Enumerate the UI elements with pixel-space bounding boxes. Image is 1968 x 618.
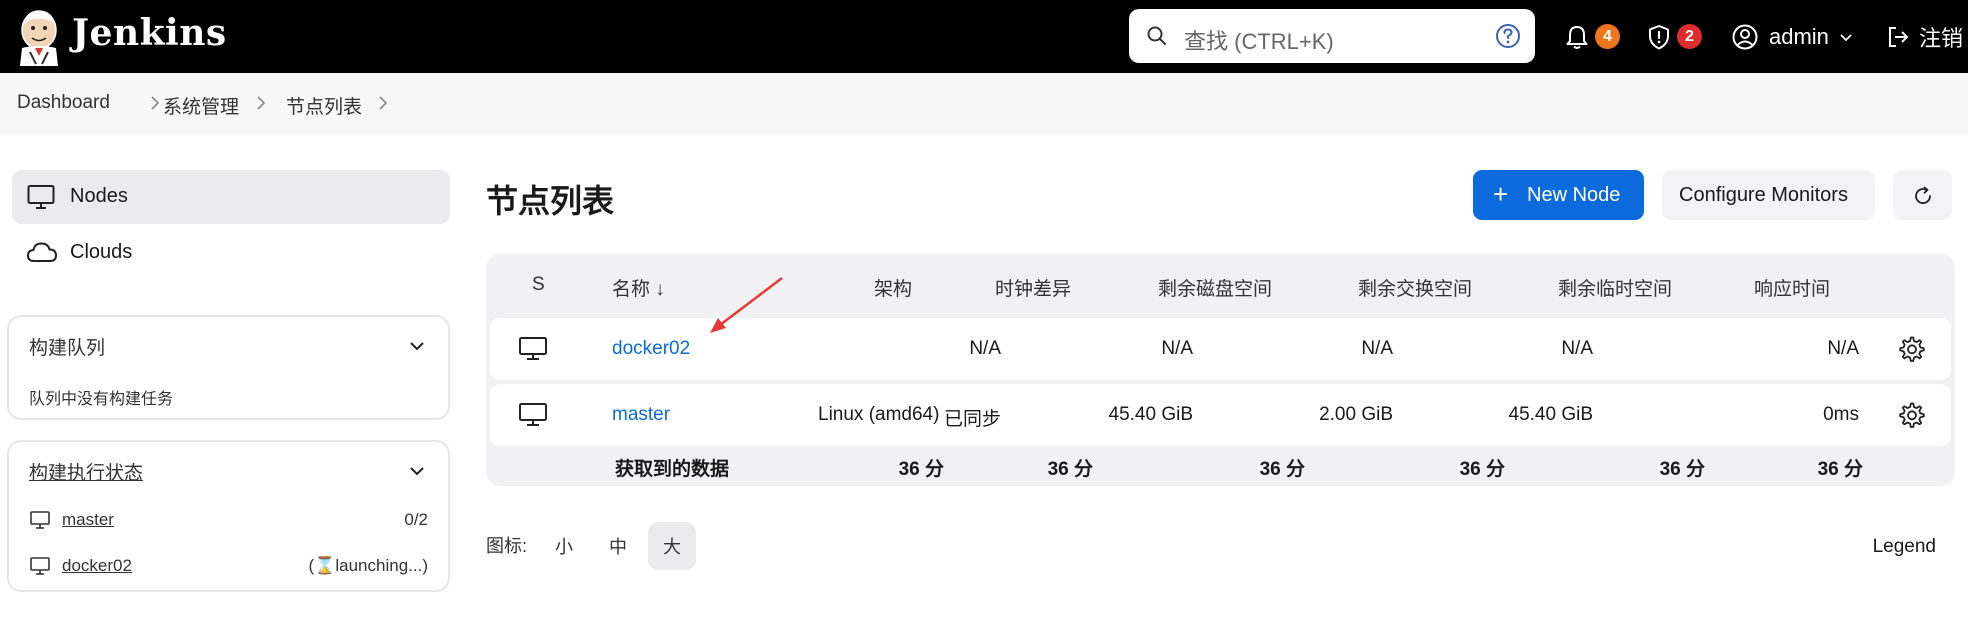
footer-value: 36 分 (1047, 459, 1093, 480)
computer-icon (27, 185, 55, 209)
notifications-button[interactable]: 4 (1563, 0, 1620, 73)
breadcrumb-dashboard[interactable]: Dashboard (17, 92, 110, 114)
executor-status-title[interactable]: 构建执行状态 (29, 458, 143, 485)
notifications-badge: 4 (1595, 24, 1620, 49)
new-node-label: New Node (1527, 184, 1621, 206)
search-icon (1147, 26, 1166, 45)
build-queue-title[interactable]: 构建队列 (29, 333, 105, 360)
breadcrumb: Dashboard 系统管理 节点列表 (0, 73, 1968, 134)
icon-size-small-button[interactable]: 小 (540, 522, 588, 570)
security-badge: 2 (1677, 24, 1702, 49)
column-header-temp[interactable]: 剩余临时空间 (1558, 274, 1672, 301)
node-link[interactable]: master (612, 404, 670, 426)
chevron-right-icon (151, 96, 160, 110)
arch-cell: Linux (amd64) (818, 404, 940, 425)
chevron-right-icon (379, 96, 388, 110)
icon-size-medium-button[interactable]: 中 (594, 522, 642, 570)
sidebar-item-nodes[interactable]: Nodes (12, 170, 450, 224)
swap-cell: 2.00 GiB (1319, 404, 1393, 425)
nodes-table: S 名称 ↓ 架构 时钟差异 剩余磁盘空间 剩余交换空间 剩余临时空间 响应时间… (486, 254, 1955, 486)
build-queue-empty-text: 队列中没有构建任务 (29, 391, 174, 408)
sidebar-item-label: Nodes (70, 185, 128, 207)
sidebar-item-label: Clouds (70, 241, 133, 263)
temp-cell: N/A (1561, 338, 1593, 359)
footer-value: 36 分 (898, 459, 944, 480)
jenkins-logo-icon[interactable] (16, 8, 62, 66)
icon-size-label: 图标: (486, 536, 528, 556)
logout-icon (1889, 26, 1909, 47)
icon-size-large-button[interactable]: 大 (648, 522, 696, 570)
executor-status-panel: 构建执行状态 master 0/2 docker02 (⌛launching..… (7, 440, 450, 592)
column-header-disk[interactable]: 剩余磁盘空间 (1158, 274, 1272, 301)
computer-icon (30, 511, 50, 529)
build-queue-panel: 构建队列 队列中没有构建任务 (7, 315, 450, 420)
top-header: Jenkins 查找 (CTRL+K) 4 2 admin 注销 (0, 0, 1968, 73)
gear-icon[interactable] (1897, 335, 1925, 363)
arrow-annotation (710, 277, 783, 333)
chevron-down-icon[interactable] (408, 337, 426, 355)
help-icon[interactable] (1495, 23, 1521, 49)
cloud-icon (27, 242, 57, 262)
column-header-arch[interactable]: 架构 (874, 274, 912, 301)
executor-node-link[interactable]: docker02 (62, 556, 132, 576)
security-button[interactable]: 2 (1645, 0, 1702, 73)
plus-icon: + (1493, 179, 1509, 209)
configure-monitors-button[interactable]: Configure Monitors (1662, 170, 1875, 220)
node-link[interactable]: docker02 (612, 338, 690, 360)
search-input[interactable]: 查找 (CTRL+K) (1184, 24, 1334, 56)
footer-value: 36 分 (1659, 459, 1705, 480)
shield-icon (1649, 24, 1669, 49)
column-header-response[interactable]: 响应时间 (1754, 274, 1830, 301)
swap-cell: N/A (1361, 338, 1393, 359)
executor-node-link[interactable]: master (62, 510, 114, 530)
gear-icon[interactable] (1897, 401, 1925, 429)
user-icon (1732, 24, 1758, 49)
column-header-swap[interactable]: 剩余交换空间 (1358, 274, 1472, 301)
executor-row: docker02 (⌛launching...) (29, 552, 428, 582)
executor-status-text: (⌛launching...) (308, 556, 428, 575)
breadcrumb-node-list[interactable]: 节点列表 (286, 92, 362, 119)
disk-cell: 45.40 GiB (1108, 404, 1194, 425)
chevron-right-icon (257, 96, 266, 110)
sidebar-item-clouds[interactable]: Clouds (12, 226, 450, 280)
computer-icon (519, 337, 547, 360)
executor-count: 0/2 (404, 510, 428, 529)
logout-button[interactable]: 注销 (1885, 0, 1963, 73)
refresh-icon (1915, 186, 1931, 204)
column-header-clock[interactable]: 时钟差异 (995, 274, 1071, 301)
new-node-button[interactable]: + New Node (1473, 170, 1644, 220)
chevron-down-icon (1840, 33, 1852, 41)
clock-cell: 已同步 (943, 409, 1001, 430)
response-cell: 0ms (1823, 404, 1859, 425)
clock-cell: N/A (969, 338, 1001, 359)
response-cell: N/A (1827, 338, 1859, 359)
footer-value: 36 分 (1459, 459, 1505, 480)
footer-value: 36 分 (1817, 459, 1863, 480)
computer-icon (519, 403, 547, 426)
page-title: 节点列表 (486, 183, 615, 219)
temp-cell: 45.40 GiB (1508, 404, 1594, 425)
user-name[interactable]: admin (1769, 24, 1829, 50)
breadcrumb-system-admin[interactable]: 系统管理 (163, 92, 239, 119)
logout-label[interactable]: 注销 (1919, 21, 1963, 53)
table-row: master Linux (amd64) 已同步 45.40 GiB 2.00 … (490, 384, 1951, 446)
computer-icon (30, 557, 50, 575)
footer-label: 获取到的数据 (615, 459, 730, 480)
column-header-name[interactable]: 名称 ↓ (612, 274, 665, 301)
footer-value: 36 分 (1259, 459, 1305, 480)
chevron-down-icon[interactable] (408, 462, 426, 480)
disk-cell: N/A (1161, 338, 1193, 359)
search-box[interactable]: 查找 (CTRL+K) (1129, 9, 1535, 63)
executor-row: master 0/2 (29, 506, 428, 536)
bell-icon (1566, 25, 1588, 49)
refresh-button[interactable] (1893, 170, 1952, 220)
user-menu[interactable]: admin (1731, 0, 1855, 73)
configure-monitors-label: Configure Monitors (1679, 184, 1848, 206)
brand-name[interactable]: Jenkins (72, 12, 227, 54)
column-header-status[interactable]: S (532, 274, 545, 296)
legend-link[interactable]: Legend (1873, 536, 1936, 558)
